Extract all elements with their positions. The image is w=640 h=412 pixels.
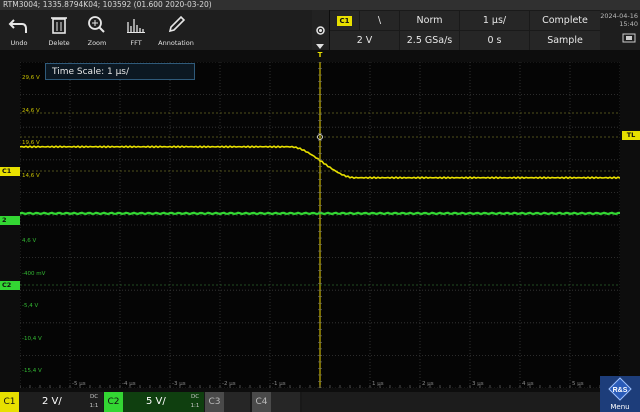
channel-1-coupling: DC	[89, 394, 99, 400]
channel-1-box[interactable]: C1 2 V/ DC 1:1	[0, 392, 103, 412]
channel-2-probe: 1:1	[190, 403, 200, 409]
level-label: -5,4 V	[22, 303, 39, 310]
trigger-slope[interactable]: \	[360, 11, 399, 30]
level-label: 4,6 V	[22, 238, 37, 244]
annotation-label: Annotation	[158, 39, 194, 47]
pencil-icon	[168, 15, 186, 33]
menu-label: Menu	[610, 403, 630, 411]
time-label: -3 µs	[172, 381, 186, 387]
channel-3-box[interactable]: C3	[205, 392, 250, 412]
sensor-icon	[622, 33, 636, 43]
trigger-mode[interactable]: Norm	[400, 11, 459, 30]
sample-rate[interactable]: 2.5 GSa/s	[400, 31, 459, 50]
fft-button[interactable]: FFT	[117, 10, 155, 50]
level-label: 14,6 V	[22, 172, 40, 179]
trigger-panel: C1 \ Norm 1 µs/ Complete 2 V 2.5 GSa/s 0…	[330, 10, 600, 50]
time-label: -1 µs	[272, 381, 286, 387]
channel-4-box[interactable]: C4	[252, 392, 300, 412]
acquisition-state[interactable]: Complete	[530, 11, 600, 30]
ch2-waveform	[20, 211, 620, 216]
trigger-position-marker[interactable]: T	[316, 51, 324, 59]
level-label: 19,6 V	[22, 140, 40, 147]
level-label: -400 mV	[22, 270, 46, 277]
channel-1-name: C1	[0, 392, 19, 412]
time-label: -2 µs	[222, 381, 236, 387]
trigger-level-marker[interactable]: TL	[622, 131, 640, 140]
time-label: 1 µs	[372, 381, 384, 387]
channel-2-coupling: DC	[190, 394, 200, 400]
channel-bar: C1 2 V/ DC 1:1 C2 5 V/ DC 1:1 C3 C4	[0, 392, 640, 412]
annotation-button[interactable]: Annotation	[157, 10, 195, 50]
time-label: 4 µs	[522, 381, 534, 387]
channel-bar-empty	[302, 392, 600, 412]
undo-icon	[8, 19, 27, 33]
record-icon	[316, 26, 325, 35]
trigger-level[interactable]: 2 V	[330, 31, 399, 50]
level-label: 24,6 V	[22, 107, 40, 114]
ch2-offset-marker[interactable]: C2	[0, 281, 20, 290]
horizontal-offset[interactable]: 0 s	[460, 31, 529, 50]
time-label: 5 µs	[572, 381, 584, 387]
undo-button[interactable]: Undo	[0, 10, 38, 50]
time-label: -4 µs	[122, 381, 136, 387]
ch2-ground-marker[interactable]: 2	[0, 216, 20, 225]
level-label: -15,4 V	[22, 368, 42, 375]
time: 15:40	[619, 20, 638, 28]
waveform-display[interactable]	[20, 62, 620, 388]
ch1-offset-marker[interactable]: C1	[0, 167, 20, 176]
channel-3-name: C3	[205, 392, 224, 412]
trash-icon	[51, 17, 67, 34]
trigger-arrow-icon	[316, 44, 324, 49]
time-per-div[interactable]: 1 µs/	[460, 11, 529, 30]
channel-4-name: C4	[252, 392, 271, 412]
channel-1-scale: 2 V/	[42, 396, 62, 407]
title-bar: RTM3004; 1335.8794K04; 103592 (01.600 20…	[0, 0, 640, 10]
acquisition-mode[interactable]: Sample	[530, 31, 600, 50]
time-label: 3 µs	[472, 381, 484, 387]
fft-icon	[127, 19, 145, 33]
date: 2024-04-16	[600, 12, 638, 20]
zoom-button[interactable]: Zoom	[78, 10, 116, 50]
channel-2-name: C2	[104, 392, 123, 412]
zoom-icon	[88, 16, 105, 33]
level-label: 29,6 V	[22, 75, 40, 81]
time-label: -5 µs	[72, 381, 86, 387]
menu-button[interactable]: R&S Menu	[600, 376, 640, 412]
time-scale-display: Time Scale: 1 µs/	[45, 63, 195, 80]
time-label: 2 µs	[422, 381, 434, 387]
toolbar: Undo Delete Zoom FFT Annotation	[0, 10, 312, 50]
channel-2-scale: 5 V/	[146, 396, 166, 407]
delete-button[interactable]: Delete	[40, 10, 78, 50]
channel-2-box[interactable]: C2 5 V/ DC 1:1	[104, 392, 204, 412]
rohde-schwarz-logo-icon: R&S	[608, 377, 632, 401]
svg-text:R&S: R&S	[613, 387, 628, 394]
level-label: -10,4 V	[22, 335, 42, 342]
trigger-source[interactable]: C1	[330, 11, 359, 30]
channel-1-probe: 1:1	[89, 403, 99, 409]
datetime: 2024-04-16 15:40	[600, 10, 640, 50]
